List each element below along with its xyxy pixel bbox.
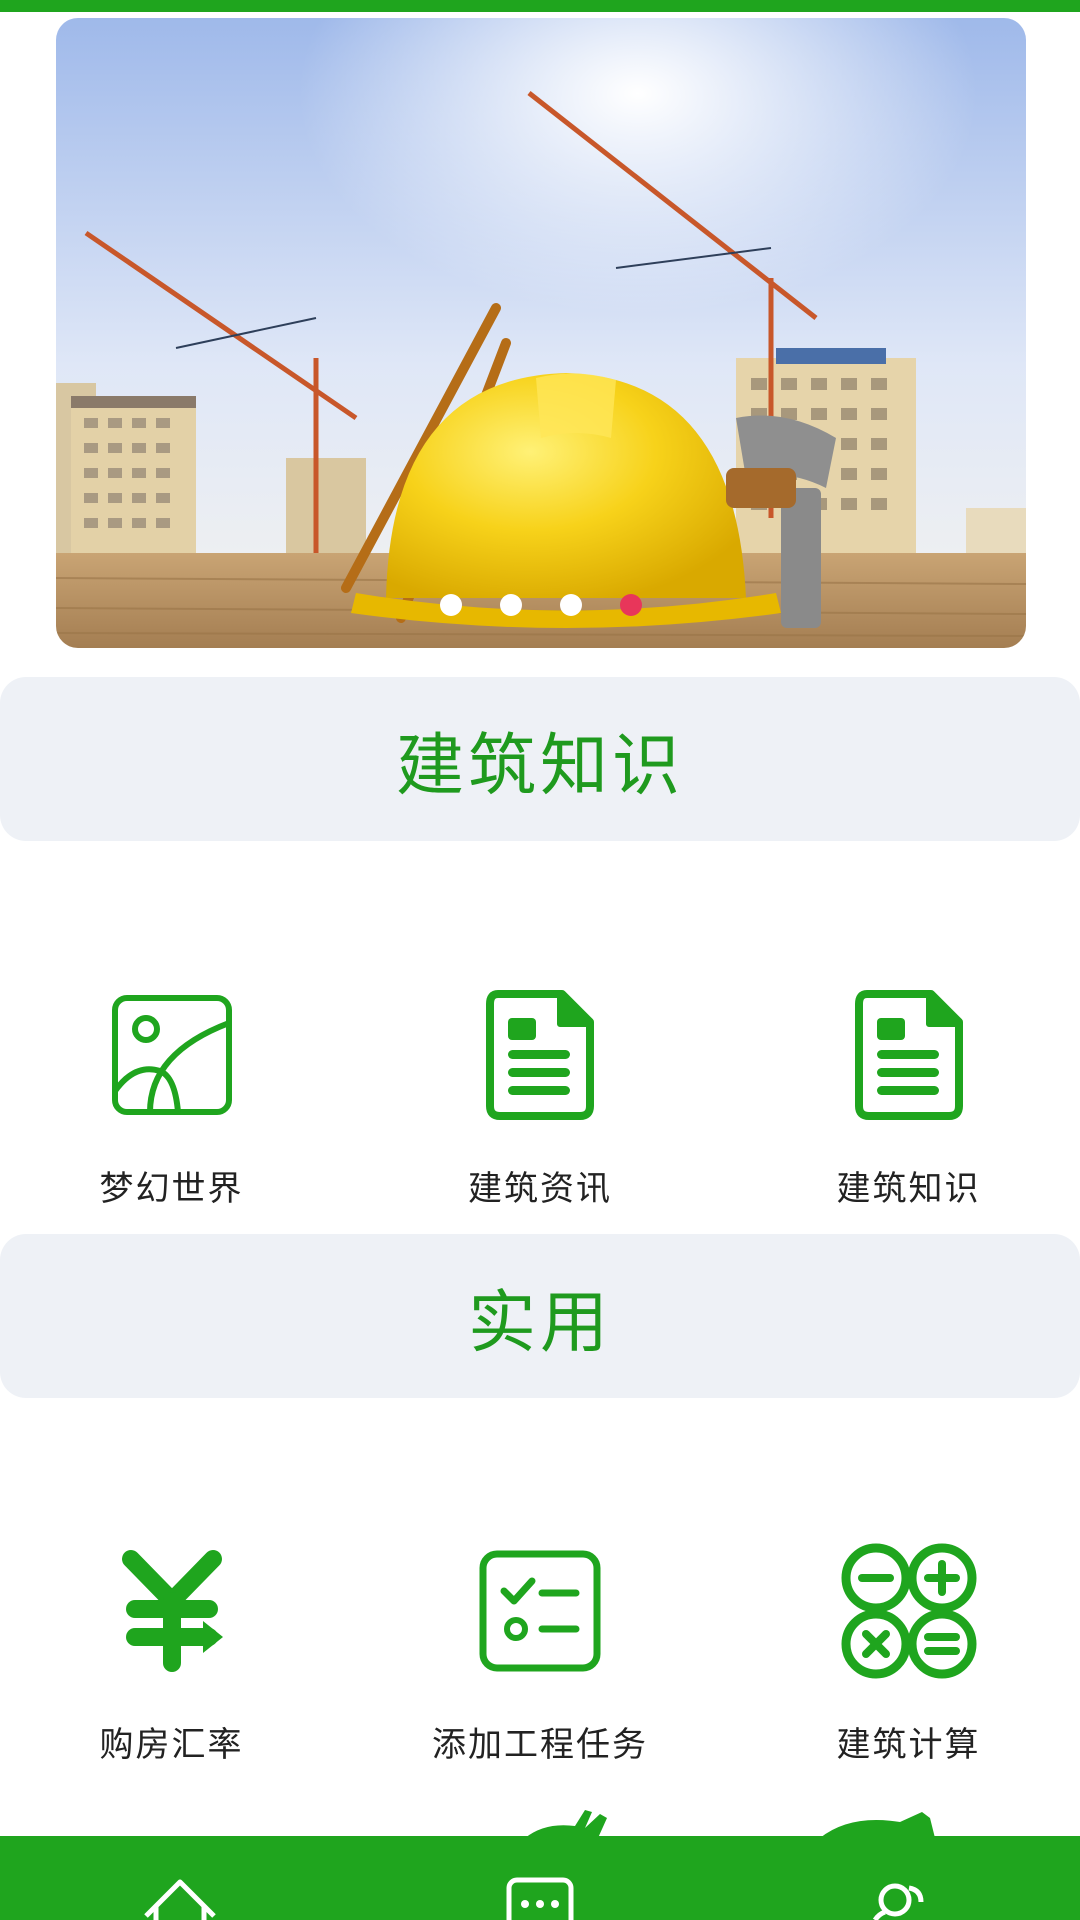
users-icon xyxy=(872,1883,924,1920)
grid-item-label: 建筑资讯 xyxy=(468,1169,612,1209)
document-icon xyxy=(470,985,610,1125)
section-header-practical: 实用 xyxy=(0,1234,1080,1398)
grid-item-exchange-rate[interactable]: 购房汇率 xyxy=(0,1541,343,1766)
nav-home[interactable] xyxy=(80,1836,280,1920)
chat-icon xyxy=(506,1877,574,1920)
image-icon xyxy=(102,985,242,1125)
knowledge-grid: 梦幻世界 建筑资讯 建筑知识 xyxy=(0,985,1080,1210)
grid-item-dream-world[interactable]: 梦幻世界 xyxy=(0,985,343,1210)
section-title: 实用 xyxy=(467,1283,612,1363)
document-icon xyxy=(839,985,979,1125)
top-status-strip xyxy=(0,0,1080,12)
banner-image xyxy=(56,18,1026,648)
carousel-dot-active[interactable] xyxy=(620,594,642,616)
carousel-indicators xyxy=(56,594,1026,616)
nav-contacts[interactable] xyxy=(800,1836,1000,1920)
grid-item-label: 添加工程任务 xyxy=(432,1725,648,1765)
practical-grid: 购房汇率 添加工程任务 建筑计算 xyxy=(0,1541,1080,1766)
yuan-icon xyxy=(102,1541,242,1681)
grid-item-building-news[interactable]: 建筑资讯 xyxy=(343,985,737,1210)
grid-item-building-calc[interactable]: 建筑计算 xyxy=(737,1541,1080,1766)
grid-item-building-knowledge[interactable]: 建筑知识 xyxy=(737,985,1080,1210)
nav-messages[interactable] xyxy=(440,1836,640,1920)
calculator-icon xyxy=(839,1541,979,1681)
bottom-navigation xyxy=(0,1836,1080,1920)
carousel-dot[interactable] xyxy=(440,594,462,616)
carousel-dot[interactable] xyxy=(560,594,582,616)
grid-item-label: 购房汇率 xyxy=(99,1725,244,1765)
banner-carousel[interactable] xyxy=(56,18,1026,648)
grid-item-add-project-task[interactable]: 添加工程任务 xyxy=(343,1541,737,1766)
home-icon xyxy=(144,1879,216,1920)
section-title: 建筑知识 xyxy=(395,726,684,806)
grid-item-label: 建筑知识 xyxy=(836,1169,981,1209)
grid-item-label: 梦幻世界 xyxy=(99,1169,244,1209)
grid-item-label: 建筑计算 xyxy=(836,1725,981,1765)
task-checklist-icon xyxy=(470,1541,610,1681)
next-row-peek xyxy=(0,1808,1080,1838)
carousel-dot[interactable] xyxy=(500,594,522,616)
section-header-knowledge: 建筑知识 xyxy=(0,677,1080,841)
